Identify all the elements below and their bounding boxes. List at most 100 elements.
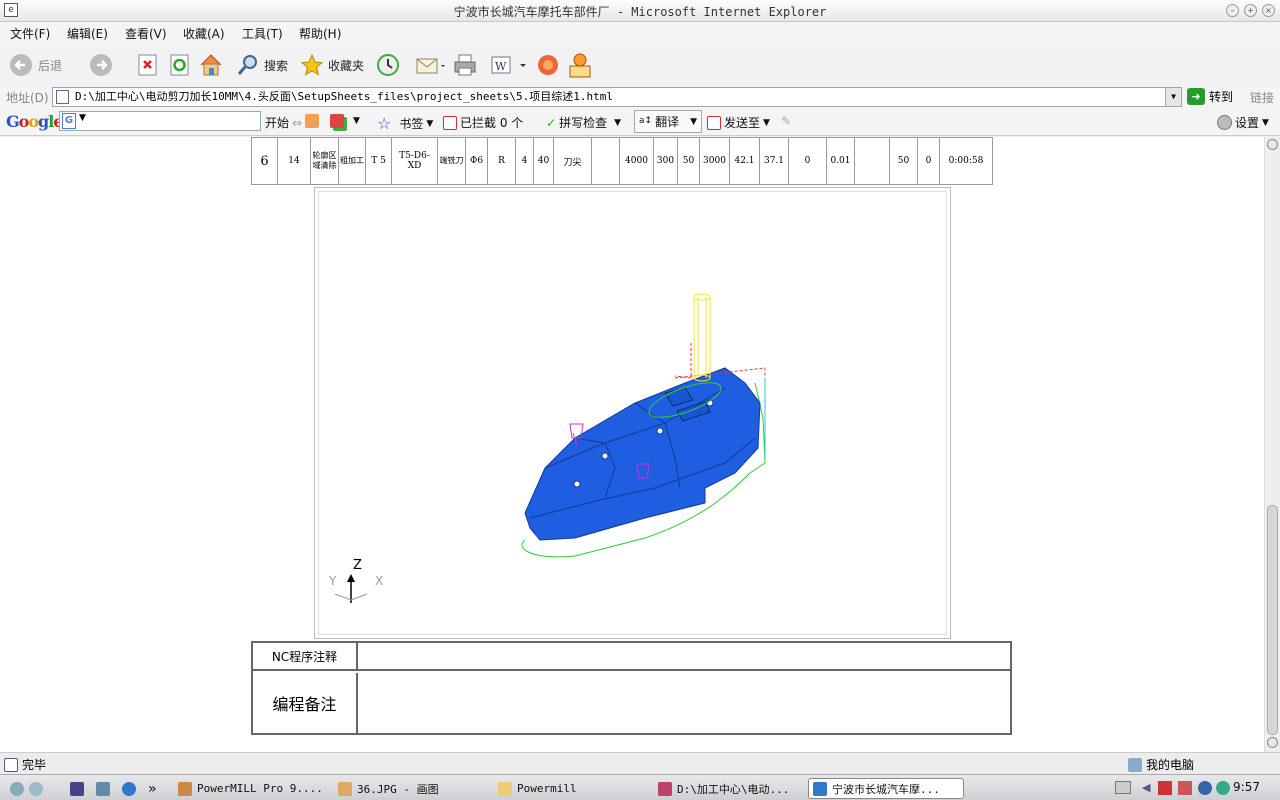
- table-cell: 40: [533, 137, 554, 185]
- menu-tools[interactable]: 工具(T): [242, 25, 283, 42]
- status-bar: 完毕 我的电脑: [0, 752, 1280, 774]
- address-dropdown[interactable]: ▼: [1165, 88, 1181, 106]
- start-icon: [10, 781, 24, 796]
- update-icon[interactable]: [1198, 781, 1212, 795]
- table-cell: T 5: [365, 137, 392, 185]
- home-icon: [200, 54, 222, 76]
- nc-comment-row: NC程序注释: [253, 643, 1010, 671]
- history-button[interactable]: [375, 51, 401, 79]
- my-computer-icon: [1128, 757, 1142, 772]
- forward-button[interactable]: [88, 51, 114, 79]
- table-cell: 4000: [619, 137, 654, 185]
- svg-text:W: W: [495, 60, 507, 73]
- links-button[interactable]: 链接: [1250, 89, 1274, 106]
- menu-favorites[interactable]: 收藏(A): [183, 25, 225, 42]
- google-bookmarks-button[interactable]: ☆ 书签 ▼: [377, 114, 433, 133]
- table-cell: 轮廓区域清除: [310, 137, 339, 185]
- axis-y-label: Y: [329, 574, 337, 588]
- scroll-thumb[interactable]: [1267, 505, 1278, 735]
- menu-file[interactable]: 文件(F): [10, 25, 50, 42]
- google-spellcheck-button[interactable]: ✓ 拼写检查 ▼: [546, 114, 621, 131]
- task-powermill[interactable]: PowerMILL Pro 9....: [174, 778, 324, 799]
- multicolor-icon: [330, 114, 344, 128]
- table-cell: 14: [277, 137, 311, 185]
- keyboard-icon[interactable]: [1115, 781, 1131, 794]
- google-options-button[interactable]: ▼: [330, 114, 360, 128]
- stop-icon: [138, 54, 157, 76]
- close-button[interactable]: ×: [1262, 4, 1275, 17]
- axis-x-label: X: [375, 574, 384, 588]
- google-logo[interactable]: Google: [6, 112, 63, 131]
- print-button[interactable]: [453, 51, 477, 79]
- start-button[interactable]: [6, 778, 43, 799]
- google-dropdown-icon[interactable]: ▼: [79, 113, 86, 123]
- mail-button[interactable]: [415, 51, 445, 79]
- search-button[interactable]: 搜索: [236, 51, 288, 79]
- task-ie-window[interactable]: 宁波市长城汽车摩...: [808, 778, 964, 799]
- home-button[interactable]: [198, 51, 224, 79]
- favorites-button[interactable]: 收藏夹: [300, 51, 364, 79]
- highlight-icon[interactable]: ✎: [781, 114, 791, 128]
- maximize-button[interactable]: +: [1244, 4, 1257, 17]
- menu-edit[interactable]: 编辑(E): [67, 25, 108, 42]
- google-settings-button[interactable]: 设置 ▼: [1217, 114, 1269, 131]
- paint-icon: [338, 781, 352, 796]
- ie-task-icon: [813, 781, 827, 796]
- back-button[interactable]: 后退: [8, 51, 62, 79]
- stop-button[interactable]: [136, 51, 160, 79]
- window-title: 宁波市长城汽车摩托车部件厂 - Microsoft Internet Explo…: [453, 5, 827, 19]
- google-sendto-button[interactable]: 发送至 ▼: [707, 114, 770, 131]
- messenger-button[interactable]: [566, 51, 594, 79]
- task-explorer-window[interactable]: D:\加工中心\电动...: [654, 778, 804, 799]
- toolpath-image-frame: Z Y X: [314, 187, 951, 639]
- minimize-button[interactable]: –: [1226, 4, 1239, 17]
- quicklaunch-more[interactable]: »: [144, 778, 156, 799]
- table-row: 6 14 轮廓区域清除 粗加工 T 5 T5-D6-XD 端铣刀 Φ6 R 4 …: [251, 137, 993, 185]
- refresh-button[interactable]: [168, 51, 192, 79]
- address-input[interactable]: D:\加工中心\电动剪刀加长10MM\4.头反面\SetupSheets_fil…: [52, 87, 1182, 107]
- operations-table: 6 14 轮廓区域清除 粗加工 T 5 T5-D6-XD 端铣刀 Φ6 R 4 …: [251, 137, 993, 185]
- menu-view[interactable]: 查看(V): [125, 25, 167, 42]
- messenger-icon: [569, 53, 591, 78]
- discuss-button[interactable]: [535, 51, 561, 79]
- umbrella-icon[interactable]: [1216, 781, 1230, 795]
- powermill-icon: [178, 781, 192, 796]
- task-paint[interactable]: 36.JPG - 画图: [334, 778, 484, 799]
- programming-notes-row: 编程备注: [253, 673, 1010, 733]
- quicklaunch-ie[interactable]: [118, 778, 136, 799]
- settings-icon: [1217, 115, 1232, 130]
- table-cell: 42.1: [729, 137, 760, 185]
- page-icon: [56, 90, 69, 104]
- scroll-up-arrow[interactable]: [1267, 139, 1278, 150]
- google-translate-button[interactable]: a↕ 翻译 ▼: [634, 110, 702, 133]
- task-folder[interactable]: Powermill: [494, 778, 644, 799]
- network-icon[interactable]: [1158, 781, 1172, 795]
- volume-icon[interactable]: [1178, 781, 1192, 795]
- tray-arrow-icon[interactable]: ◀: [1142, 781, 1150, 794]
- menu-help[interactable]: 帮助(H): [299, 25, 341, 42]
- edit-button[interactable]: W: [490, 51, 526, 79]
- google-news-button[interactable]: [305, 114, 319, 128]
- spellcheck-icon: ✓: [546, 115, 557, 130]
- table-cell: 4: [515, 137, 534, 185]
- discuss-icon: [538, 55, 558, 75]
- google-popup-blocker[interactable]: 已拦截 0 个: [443, 114, 523, 131]
- quicklaunch-desktop[interactable]: [66, 778, 84, 799]
- table-cell: 50: [677, 137, 700, 185]
- go-button[interactable]: ➜ 转到: [1187, 88, 1233, 105]
- table-cell: 0.01: [826, 137, 855, 185]
- news-icon: [305, 114, 319, 128]
- send-to-icon: [707, 115, 721, 130]
- explorer-icon: [658, 781, 672, 796]
- standard-toolbar: 后退 搜索 收藏夹 W: [0, 43, 1280, 86]
- table-cell: 50: [889, 137, 918, 185]
- scroll-down-arrow[interactable]: [1267, 737, 1278, 748]
- google-search-input[interactable]: G ▼: [59, 111, 261, 131]
- go-arrow-icon: ➜: [1187, 88, 1205, 105]
- quicklaunch-ie-settings[interactable]: [92, 778, 110, 799]
- table-cell: 0: [917, 137, 940, 185]
- vertical-scrollbar[interactable]: [1264, 137, 1280, 752]
- google-start-button[interactable]: 开始 ⇔: [265, 114, 302, 131]
- table-cell: 0:00:58: [939, 137, 993, 185]
- table-cell: 300: [653, 137, 678, 185]
